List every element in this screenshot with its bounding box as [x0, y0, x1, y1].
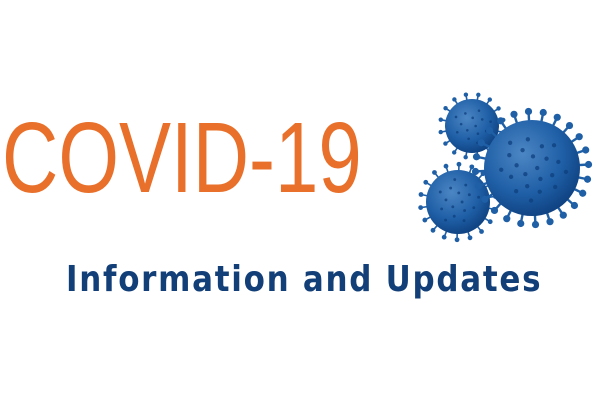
banner-title: COVID-19	[2, 102, 362, 214]
coronavirus-cluster-icon	[418, 92, 593, 243]
covid-banner: COVID-19 Information and Updates	[0, 0, 600, 400]
banner-subtitle: Information and Updates	[66, 259, 543, 300]
